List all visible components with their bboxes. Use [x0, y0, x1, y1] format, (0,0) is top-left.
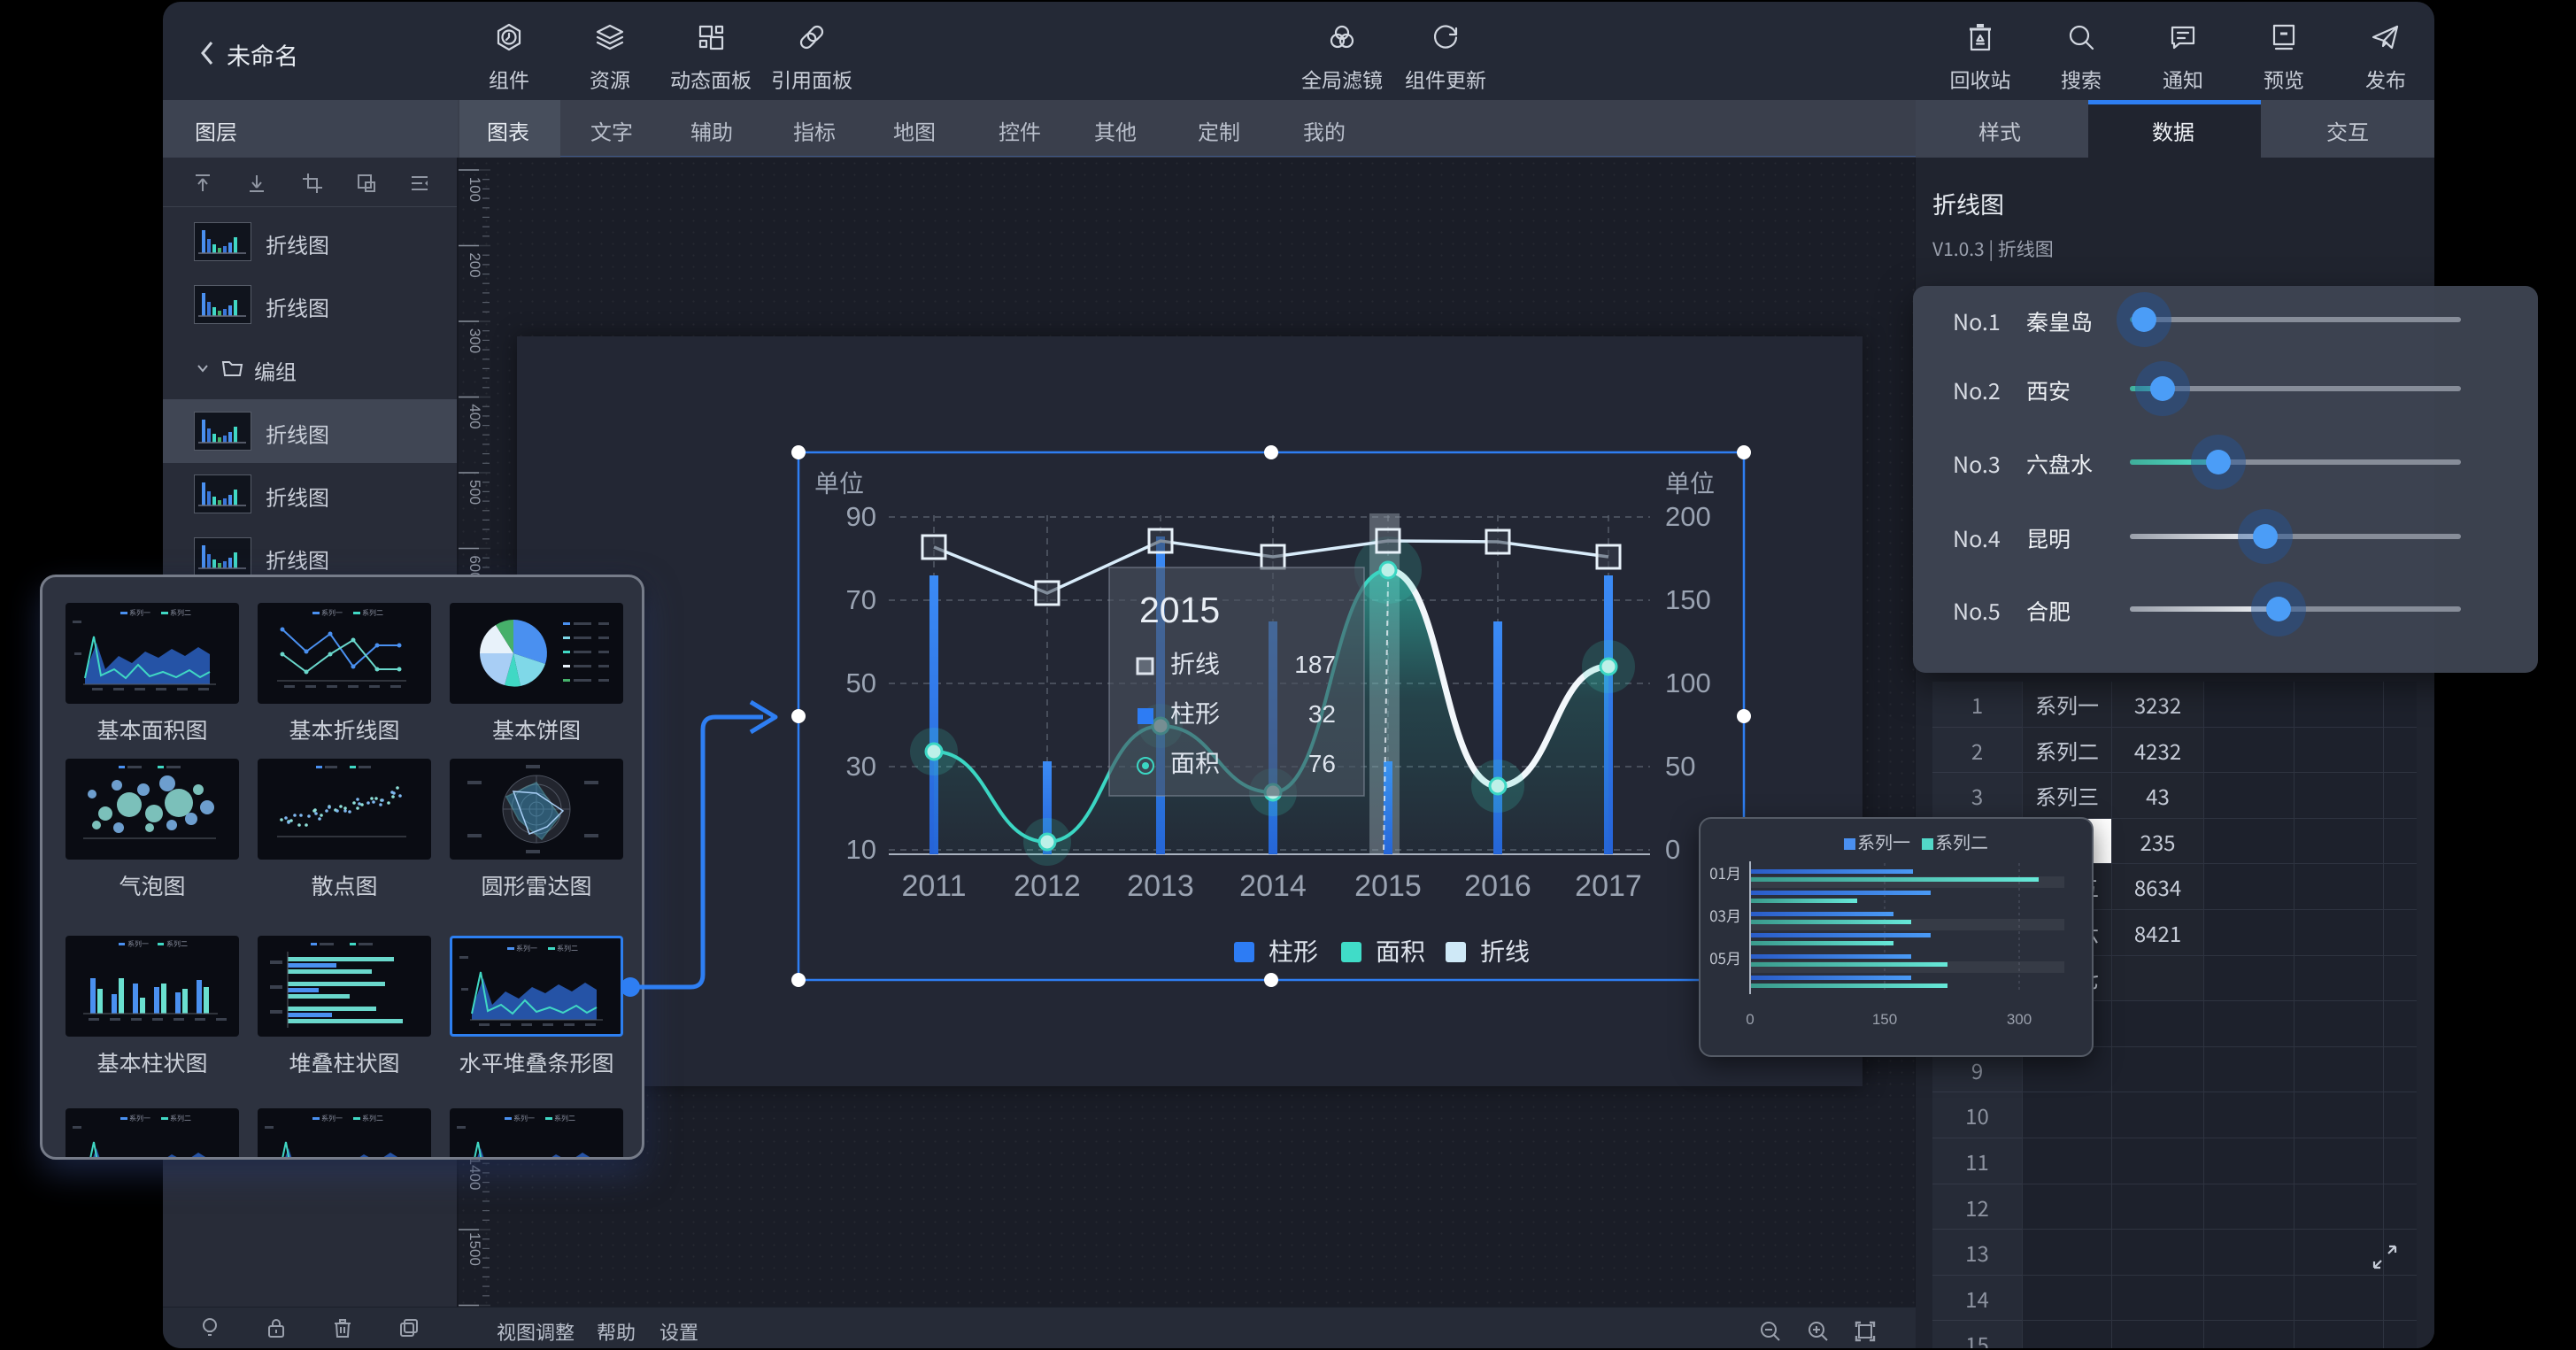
svg-text:2015: 2015	[1354, 869, 1422, 903]
svg-text:系列一: 系列一	[129, 608, 150, 618]
svg-text:单位: 单位	[1665, 465, 1715, 500]
svg-text:100: 100	[1665, 667, 1711, 698]
svg-text:70: 70	[846, 584, 876, 615]
svg-text:0: 0	[1665, 834, 1680, 865]
svg-text:90: 90	[846, 501, 876, 532]
svg-text:系列二: 系列二	[362, 1114, 383, 1123]
svg-text:系列一: 系列一	[127, 939, 149, 949]
svg-text:0: 0	[1746, 1011, 1754, 1028]
svg-text:10: 10	[846, 834, 876, 865]
svg-text:系列二: 系列二	[362, 608, 383, 618]
svg-text:01月: 01月	[1709, 861, 1741, 883]
svg-text:系列二: 系列二	[170, 608, 191, 618]
svg-text:柱形: 柱形	[1170, 695, 1220, 730]
svg-text:系列一: 系列一	[513, 1114, 535, 1123]
svg-text:面积: 面积	[1376, 933, 1425, 968]
svg-text:2014: 2014	[1239, 869, 1307, 903]
svg-text:76: 76	[1308, 750, 1336, 777]
svg-text:系列一: 系列一	[321, 1114, 343, 1123]
svg-text:50: 50	[846, 667, 876, 698]
svg-text:2011: 2011	[901, 869, 966, 903]
svg-text:面积: 面积	[1170, 744, 1220, 780]
svg-text:150: 150	[1872, 1011, 1897, 1028]
svg-text:2017: 2017	[1575, 869, 1642, 903]
svg-text:系列二: 系列二	[170, 1114, 191, 1123]
svg-text:150: 150	[1665, 584, 1711, 615]
svg-text:2013: 2013	[1127, 869, 1194, 903]
svg-text:系列一: 系列一	[129, 1114, 150, 1123]
svg-text:50: 50	[1665, 751, 1695, 782]
svg-text:300: 300	[2007, 1011, 2032, 1028]
svg-text:折线: 折线	[1480, 933, 1530, 968]
svg-text:折线: 折线	[1170, 645, 1220, 681]
svg-text:03月: 03月	[1709, 904, 1741, 926]
svg-text:系列一: 系列一	[1857, 829, 1910, 854]
svg-text:系列二: 系列二	[166, 939, 188, 949]
svg-text:32: 32	[1308, 700, 1336, 728]
svg-text:柱形: 柱形	[1269, 933, 1318, 968]
svg-text:187: 187	[1294, 651, 1336, 678]
svg-text:30: 30	[846, 751, 876, 782]
svg-text:系列二: 系列二	[1935, 829, 1988, 854]
svg-text:2012: 2012	[1014, 869, 1081, 903]
svg-text:200: 200	[1665, 501, 1711, 532]
svg-text:05月: 05月	[1709, 946, 1741, 968]
svg-text:系列一: 系列一	[321, 608, 343, 618]
svg-text:单位: 单位	[814, 465, 864, 500]
svg-text:2015: 2015	[1139, 590, 1220, 630]
svg-text:2016: 2016	[1464, 869, 1531, 903]
svg-text:系列二: 系列二	[554, 1114, 575, 1123]
